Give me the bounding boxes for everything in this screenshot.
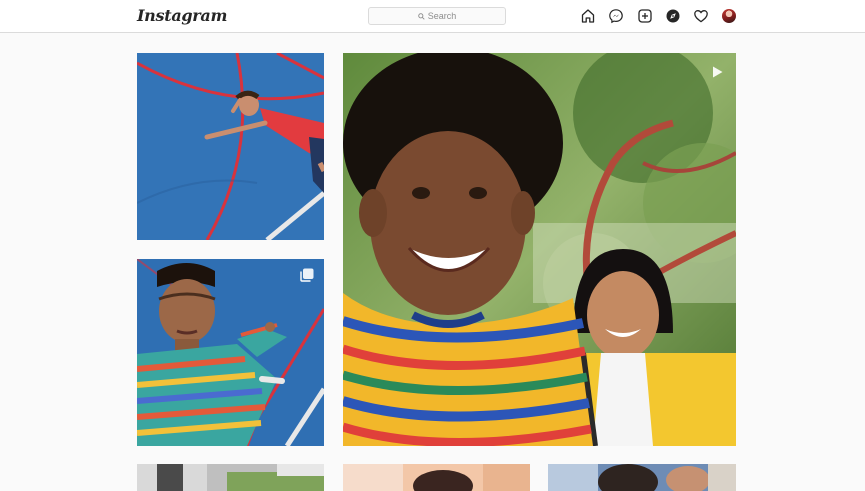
home-icon[interactable] xyxy=(580,8,596,24)
new-post-icon[interactable] xyxy=(637,8,653,24)
post-tile-5[interactable] xyxy=(343,464,530,491)
post-image xyxy=(343,464,530,491)
post-tile-2[interactable] xyxy=(343,53,736,446)
top-navigation-bar: Instagram Search xyxy=(0,0,865,33)
post-image xyxy=(137,53,324,240)
instagram-logo[interactable]: Instagram xyxy=(137,6,227,25)
post-image xyxy=(137,259,324,446)
post-image xyxy=(548,464,736,491)
search-icon xyxy=(417,12,425,20)
post-tile-1[interactable] xyxy=(137,53,324,240)
post-image xyxy=(343,53,736,446)
profile-avatar[interactable] xyxy=(722,9,736,23)
post-image xyxy=(137,464,324,491)
video-badge-icon xyxy=(713,66,723,78)
post-tile-4[interactable] xyxy=(137,464,324,491)
post-tile-3[interactable] xyxy=(137,259,324,446)
activity-heart-icon[interactable] xyxy=(693,8,709,24)
post-tile-6[interactable] xyxy=(548,464,736,491)
explore-icon[interactable] xyxy=(665,8,681,24)
carousel-badge-icon xyxy=(300,268,314,282)
search-placeholder: Search xyxy=(427,11,457,21)
messenger-icon[interactable] xyxy=(608,8,624,24)
search-input[interactable]: Search xyxy=(368,7,506,25)
